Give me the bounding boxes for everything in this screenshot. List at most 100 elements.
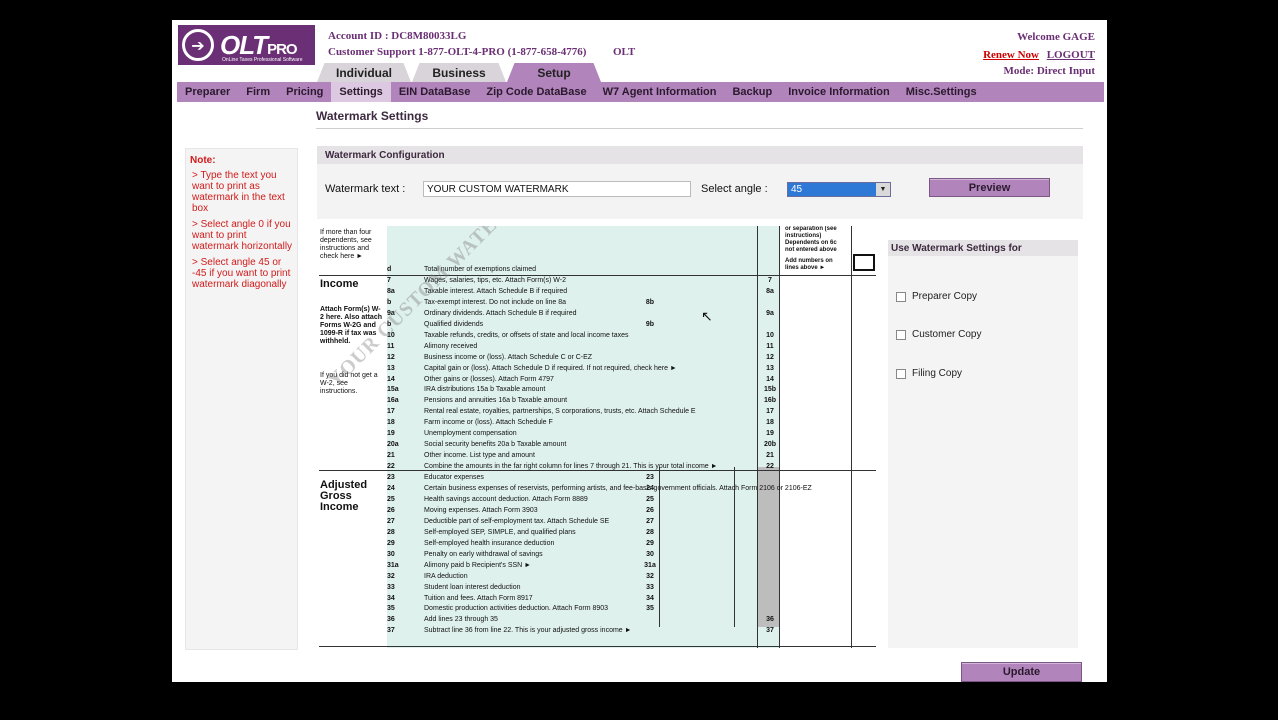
line-description: Pensions and annuities 16a b Taxable amo… [424,397,568,405]
line-number: 14 [387,375,395,383]
nav-pricing[interactable]: Pricing [278,82,331,102]
form-line: 12 Business income or (loss). Attach Sche… [387,352,757,363]
line-description: Self-employed health insurance deduction [424,539,555,547]
line-number: 11 [387,342,395,350]
form-line: 25 Health savings account deduction. Atta… [387,494,757,505]
line-description: Certain business expenses of reservists,… [424,485,812,492]
chevron-down-icon[interactable]: ▼ [876,183,890,196]
form-line: 20a Social security benefits 20a b Taxabl… [387,439,757,450]
line-description: Other income. List type and amount [424,452,535,460]
app-window: ➔ OLTPRO OnLine Taxes Professional Softw… [172,20,1107,682]
watermark-configuration: Watermark Configuration Watermark text :… [317,146,1083,219]
form-line: 36 Add lines 23 through 35 [387,614,757,625]
line-box-number: 14 [766,375,774,383]
preparer-copy-option[interactable]: Preparer Copy [896,291,977,302]
watermark-copies-panel: Use Watermark Settings for Preparer Copy… [888,240,1078,648]
tab-business[interactable]: Business [412,63,506,82]
customer-copy-option[interactable]: Customer Copy [896,329,981,340]
angle-select[interactable]: 45 ▼ [787,182,891,197]
line-number: 31a [387,561,399,569]
logo-mark-icon: ➔ [182,29,214,61]
line-number: 20a [387,441,399,449]
line-description: Alimony received [424,342,478,350]
line-box-number: 22 [766,463,774,471]
nav-settings[interactable]: Settings [331,82,391,102]
update-button[interactable]: Update [961,662,1082,682]
line-mid-box-number: 34 [646,594,654,602]
watermark-text-input[interactable] [423,181,691,197]
nav-firm[interactable]: Firm [238,82,278,102]
nav-zip-code-database[interactable]: Zip Code DataBase [478,82,594,102]
form-line: 27 Deductible part of self-employment tax… [387,516,757,527]
note-item: > Select angle 0 if you want to print wa… [192,219,293,252]
form-rule [319,646,876,647]
line-number: 19 [387,430,395,438]
tab-individual[interactable]: Individual [317,63,411,82]
line-number: 36 [387,616,395,624]
line-number: 37 [387,627,395,635]
line-box-number: 21 [766,452,774,460]
filing-copy-label: Filing Copy [912,368,963,379]
line-description: Domestic production activities deduction… [424,605,609,613]
preview-button[interactable]: Preview [929,178,1050,197]
line-mid-box-number: 28 [646,528,654,536]
watermark-configuration-title: Watermark Configuration [317,146,1083,164]
line-box-number: 7 [768,277,772,284]
line-box-number: 9a [766,309,774,317]
line-mid-box-number: 25 [646,495,654,503]
filing-copy-option[interactable]: Filing Copy [896,368,962,379]
line-mid-box-number: 26 [646,506,654,514]
line-description: Taxable refunds, credits, or offsets of … [424,331,629,339]
line-number: 17 [387,408,395,416]
line-description: Taxable interest. Attach Schedule B if r… [424,287,568,295]
form-line: 33 Student loan interest deduction [387,582,757,593]
nav-preparer[interactable]: Preparer [177,82,238,102]
filing-copy-checkbox[interactable] [896,368,906,379]
line-box-number: 16b [763,397,777,405]
nav-ein-database[interactable]: EIN DataBase [391,82,479,102]
mouse-cursor-icon: ↖ [701,308,713,324]
line-description: Business income or (loss). Attach Schedu… [424,353,593,361]
line-mid-box-number: 24 [646,485,654,492]
form-line: 11 Alimony received [387,341,757,352]
mode-label: Mode: Direct Input [1003,65,1095,77]
nav-invoice-information[interactable]: Invoice Information [780,82,897,102]
preparer-copy-label: Preparer Copy [912,291,978,302]
form-line: 31a Alimony paid b Recipient's SSN ► [387,560,757,571]
top-tabs: Individual Business Setup [317,63,602,82]
form-line: 28 Self-employed SEP, SIMPLE, and qualifi… [387,527,757,538]
form-line: 14 Other gains or (losses). Attach Form 4… [387,374,757,385]
line-number: 35 [387,605,395,613]
line-description: Social security benefits 20a b Taxable a… [424,441,567,449]
form-line: 22 Combine the amounts in the far right c… [387,461,757,472]
olt-label: OLT [613,46,636,58]
logo-wordmark: OLTPRO [220,29,298,60]
form-line: 23 Educator expenses [387,472,757,483]
olt-pro-logo[interactable]: ➔ OLTPRO OnLine Taxes Professional Softw… [178,25,315,65]
renew-now-link[interactable]: Renew Now [983,49,1039,61]
copies-title: Use Watermark Settings for [888,240,1078,256]
line-number: 12 [387,353,395,361]
preparer-copy-checkbox[interactable] [896,291,906,302]
form-line: 24 Certain business expenses of reservist… [387,483,812,494]
customer-copy-checkbox[interactable] [896,329,906,340]
settings-nav: Preparer Firm Pricing Settings EIN DataB… [177,82,1104,102]
line-number: 13 [387,364,395,372]
nav-w7-agent-information[interactable]: W7 Agent Information [595,82,725,102]
line-description: Rental real estate, royalties, partnersh… [424,408,696,416]
note-panel: Note: > Type the text you want to print … [185,148,298,650]
line-description: IRA distributions 15a b Taxable amount [424,386,546,394]
form-line: 34 Tuition and fees. Attach Form 8917 [387,593,757,604]
line-box-number: 11 [766,342,774,350]
nav-backup[interactable]: Backup [724,82,780,102]
logout-link[interactable]: LOGOUT [1047,49,1095,61]
line-box-number: 8a [766,287,774,295]
tab-setup[interactable]: Setup [507,63,601,82]
line-number: 32 [387,572,395,580]
form-rule [851,226,852,648]
line-description: IRA deduction [424,572,468,580]
nav-misc-settings[interactable]: Misc.Settings [898,82,985,102]
form-preview: If more than four dependents, see instru… [319,226,876,648]
line-number: 16a [387,397,399,405]
form-line: 26 Moving expenses. Attach Form 3903 [387,505,757,516]
